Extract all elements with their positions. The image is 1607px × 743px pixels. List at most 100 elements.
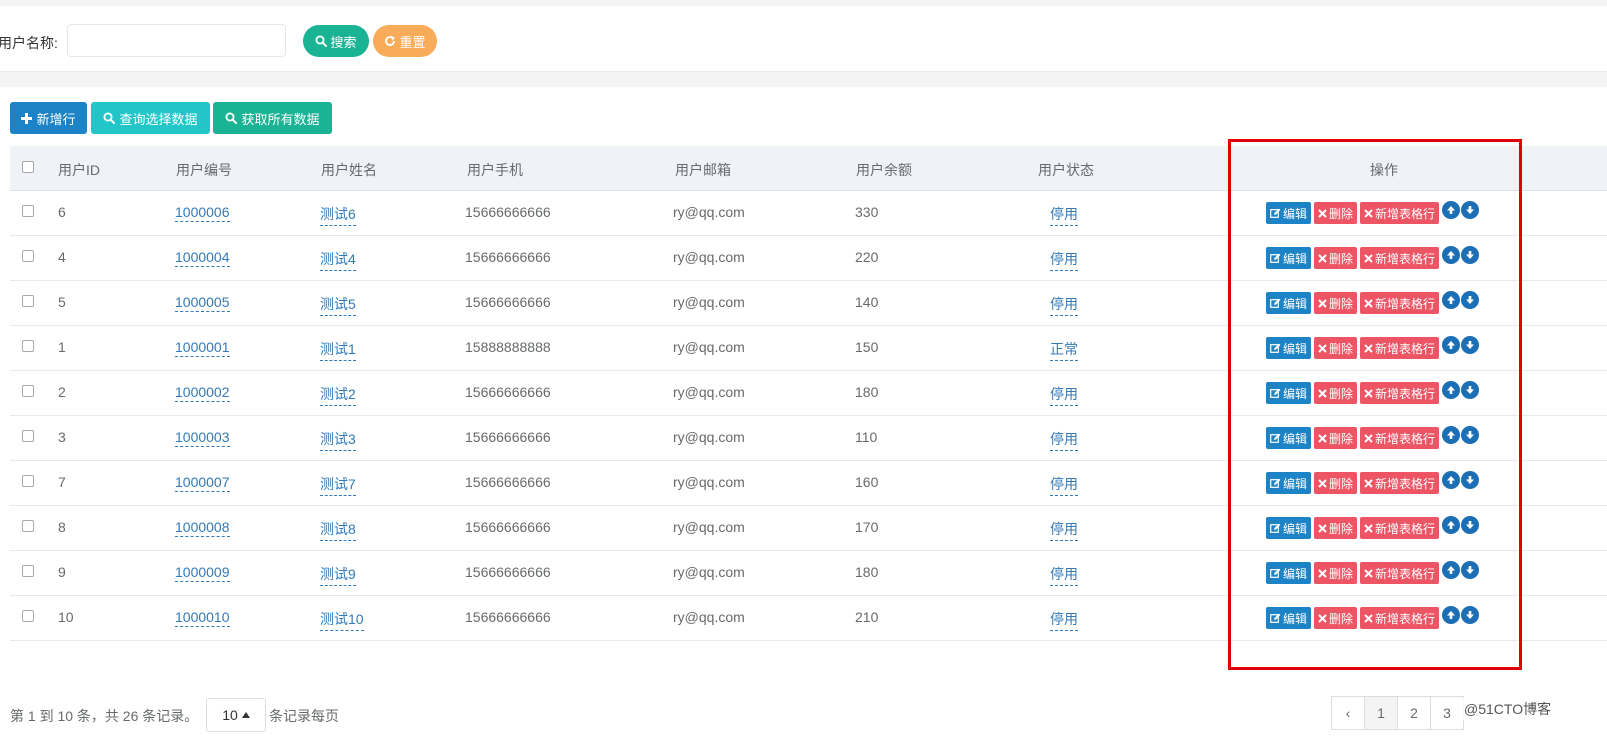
arrow-circle-up-icon[interactable] [1442,291,1461,309]
arrow-circle-down-icon[interactable] [1461,246,1480,264]
query-selected-button[interactable]: 查询选择数据 [91,102,210,134]
row-checkbox[interactable] [22,250,34,262]
delete-button[interactable]: 删除 [1314,247,1358,269]
pagination-prev[interactable]: ‹ [1331,696,1365,730]
cell-user-name[interactable]: 测试2 [320,384,356,406]
arrow-circle-up-icon[interactable] [1442,246,1461,264]
row-checkbox[interactable] [22,385,34,397]
delete-button[interactable]: 删除 [1314,607,1358,629]
edit-button[interactable]: 编辑 [1266,427,1312,449]
edit-button[interactable]: 编辑 [1266,472,1312,494]
add-table-row-button[interactable]: 新增表格行 [1360,607,1440,629]
get-all-data-button[interactable]: 获取所有数据 [213,102,332,134]
cell-user-name[interactable]: 测试5 [320,294,356,316]
arrow-circle-up-icon[interactable] [1442,471,1461,489]
add-table-row-button[interactable]: 新增表格行 [1360,337,1440,359]
pagination-page-1[interactable]: 1 [1364,696,1398,730]
cell-user-name[interactable]: 测试9 [320,564,356,586]
arrow-circle-up-icon[interactable] [1442,606,1461,624]
cell-user-code[interactable]: 1000001 [175,339,230,357]
delete-button[interactable]: 删除 [1314,202,1358,224]
arrow-circle-down-icon[interactable] [1461,201,1480,219]
pagination-page-3[interactable]: 3 [1430,696,1464,730]
add-table-row-button[interactable]: 新增表格行 [1360,472,1440,494]
edit-button[interactable]: 编辑 [1266,382,1312,404]
cell-user-code[interactable]: 1000002 [175,384,230,402]
cell-user-status[interactable]: 正常 [1050,339,1078,361]
cell-user-name[interactable]: 测试7 [320,474,356,496]
arrow-circle-up-icon[interactable] [1442,381,1461,399]
row-checkbox[interactable] [22,205,34,217]
row-checkbox[interactable] [22,475,34,487]
edit-button[interactable]: 编辑 [1266,517,1312,539]
delete-button[interactable]: 删除 [1314,427,1358,449]
arrow-circle-up-icon[interactable] [1442,201,1461,219]
delete-button[interactable]: 删除 [1314,382,1358,404]
cell-user-status[interactable]: 停用 [1050,384,1078,406]
add-table-row-button[interactable]: 新增表格行 [1360,382,1440,404]
select-all-checkbox[interactable] [22,161,34,173]
add-table-row-button[interactable]: 新增表格行 [1360,517,1440,539]
edit-button[interactable]: 编辑 [1266,337,1312,359]
header-user-code[interactable]: 用户编号 [176,160,232,180]
cell-user-code[interactable]: 1000005 [175,294,230,312]
cell-user-status[interactable]: 停用 [1050,204,1078,226]
delete-button[interactable]: 删除 [1314,337,1358,359]
cell-user-name[interactable]: 测试6 [320,204,356,226]
add-table-row-button[interactable]: 新增表格行 [1360,427,1440,449]
row-checkbox[interactable] [22,295,34,307]
edit-button[interactable]: 编辑 [1266,562,1312,584]
cell-user-status[interactable]: 停用 [1050,294,1078,316]
cell-user-status[interactable]: 停用 [1050,564,1078,586]
cell-user-code[interactable]: 1000006 [175,204,230,222]
cell-user-status[interactable]: 停用 [1050,519,1078,541]
arrow-circle-down-icon[interactable] [1461,516,1480,534]
reset-button[interactable]: 重置 [373,25,437,57]
search-button[interactable]: 搜索 [303,25,369,57]
edit-button[interactable]: 编辑 [1266,292,1312,314]
arrow-circle-down-icon[interactable] [1461,606,1480,624]
cell-user-name[interactable]: 测试1 [320,339,356,361]
arrow-circle-up-icon[interactable] [1442,426,1461,444]
row-checkbox[interactable] [22,610,34,622]
cell-user-code[interactable]: 1000003 [175,429,230,447]
cell-user-status[interactable]: 停用 [1050,474,1078,496]
arrow-circle-down-icon[interactable] [1461,471,1480,489]
cell-user-name[interactable]: 测试3 [320,429,356,451]
add-row-button[interactable]: 新增行 [10,102,87,134]
add-table-row-button[interactable]: 新增表格行 [1360,292,1440,314]
edit-button[interactable]: 编辑 [1266,247,1312,269]
cell-user-code[interactable]: 1000010 [175,609,230,627]
header-user-name[interactable]: 用户姓名 [321,160,377,180]
cell-user-name[interactable]: 测试8 [320,519,356,541]
row-checkbox[interactable] [22,565,34,577]
cell-user-status[interactable]: 停用 [1050,429,1078,451]
arrow-circle-down-icon[interactable] [1461,381,1480,399]
add-table-row-button[interactable]: 新增表格行 [1360,247,1440,269]
delete-button[interactable]: 删除 [1314,472,1358,494]
delete-button[interactable]: 删除 [1314,517,1358,539]
arrow-circle-up-icon[interactable] [1442,561,1461,579]
row-checkbox[interactable] [22,520,34,532]
edit-button[interactable]: 编辑 [1266,202,1312,224]
delete-button[interactable]: 删除 [1314,562,1358,584]
edit-button[interactable]: 编辑 [1266,607,1312,629]
arrow-circle-up-icon[interactable] [1442,336,1461,354]
cell-user-status[interactable]: 停用 [1050,249,1078,271]
header-user-balance[interactable]: 用户余额 [856,160,912,180]
page-size-select[interactable]: 10 [206,698,266,732]
delete-button[interactable]: 删除 [1314,292,1358,314]
header-user-status[interactable]: 用户状态 [1038,160,1094,180]
row-checkbox[interactable] [22,430,34,442]
cell-user-name[interactable]: 测试10 [320,609,364,631]
cell-user-name[interactable]: 测试4 [320,249,356,271]
cell-user-code[interactable]: 1000009 [175,564,230,582]
arrow-circle-down-icon[interactable] [1461,426,1480,444]
cell-user-code[interactable]: 1000008 [175,519,230,537]
arrow-circle-up-icon[interactable] [1442,516,1461,534]
arrow-circle-down-icon[interactable] [1461,336,1480,354]
cell-user-code[interactable]: 1000007 [175,474,230,492]
pagination-page-2[interactable]: 2 [1397,696,1431,730]
row-checkbox[interactable] [22,340,34,352]
arrow-circle-down-icon[interactable] [1461,291,1480,309]
